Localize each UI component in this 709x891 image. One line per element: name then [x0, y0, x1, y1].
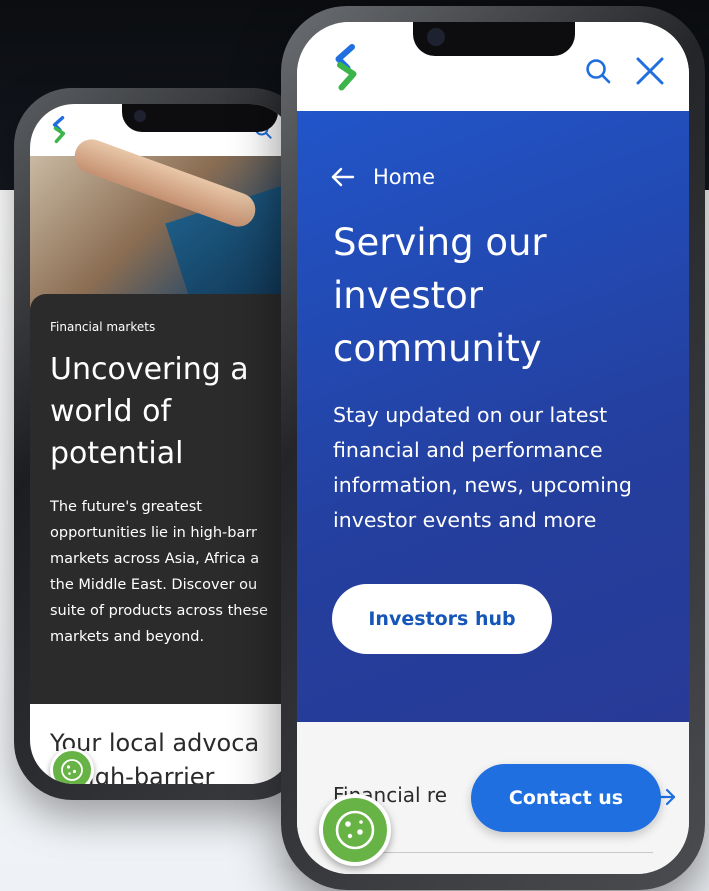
cookie-icon — [61, 759, 83, 781]
standard-chartered-logo-icon[interactable] — [331, 44, 361, 92]
category-label: Financial markets — [50, 320, 156, 334]
front-phone: Home Serving our investor community Stay… — [281, 6, 705, 890]
front-camera — [427, 28, 445, 46]
cookie-icon — [335, 810, 375, 850]
front-phone-screen: Home Serving our investor community Stay… — [297, 22, 689, 874]
contact-us-button[interactable]: Contact us — [471, 764, 661, 832]
hero-image — [30, 134, 294, 338]
page-title: Uncovering a world of potential — [50, 352, 249, 471]
back-link[interactable]: Home — [331, 162, 435, 192]
standard-chartered-logo-icon[interactable] — [50, 116, 68, 144]
search-icon[interactable] — [585, 58, 611, 84]
intro-text: The future's greatest opportunities lie … — [50, 499, 268, 645]
arrow-left-icon — [331, 167, 355, 187]
back-phone-screen: Financial markets Uncovering a world of … — [30, 104, 294, 784]
back-phone: Financial markets Uncovering a world of … — [14, 88, 310, 800]
cookie-settings-button[interactable] — [319, 794, 391, 866]
investors-hub-button[interactable]: Investors hub — [332, 584, 552, 654]
intro-text: Stay updated on our latest financial and… — [333, 403, 632, 532]
front-camera — [134, 110, 146, 122]
back-link-label: Home — [373, 165, 436, 189]
close-icon[interactable] — [635, 56, 665, 86]
cookie-settings-button[interactable] — [50, 748, 94, 784]
page-title: Serving our investor community — [333, 221, 547, 370]
